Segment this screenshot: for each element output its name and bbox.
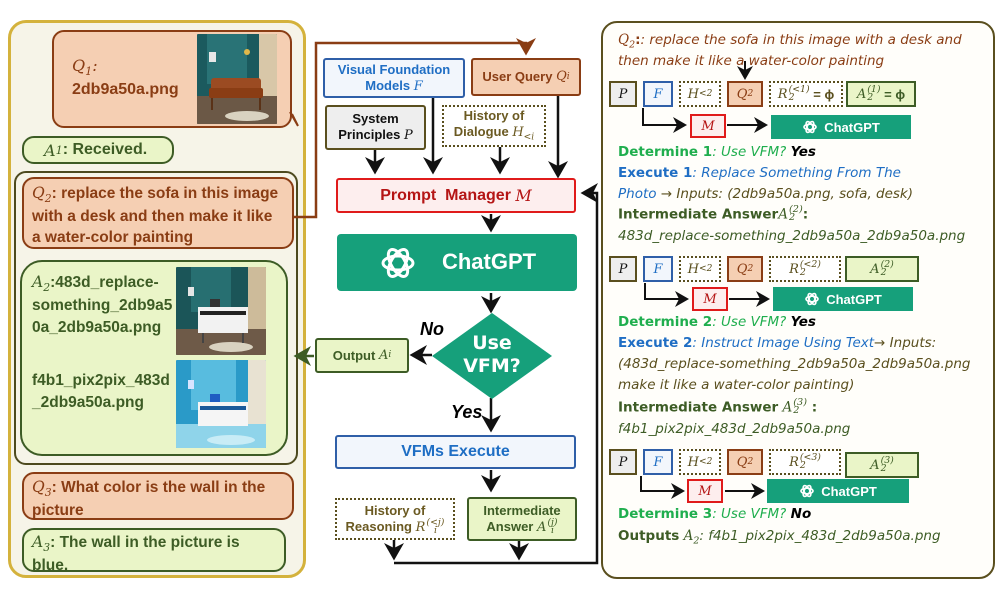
intermediate-answer-line2: Answer <box>486 518 534 534</box>
mini-chatgpt-3: ChatGPT <box>767 479 909 503</box>
principles-line2: Principles <box>338 127 401 142</box>
visual-foundation-models-box: Visual Foundation Models F <box>323 58 465 98</box>
history-reasoning-line1: History of <box>364 502 426 518</box>
decision-line1: Use <box>472 332 512 355</box>
user-query-sub: i <box>566 71 570 82</box>
history-reasoning-line2: Reasoning <box>345 518 412 534</box>
history-reasoning-sub: i <box>433 525 437 537</box>
prompt-manager-label: Prompt Manager <box>380 186 511 204</box>
user-query-box: User Query Qi <box>471 58 581 96</box>
final-outputs: Outputs A2: f4b1_pix2pix_483d_2db9a50a.p… <box>618 528 941 547</box>
history-dialogue-line1: History of <box>463 108 525 124</box>
openai-logo-icon <box>381 247 415 278</box>
openai-logo-icon <box>800 484 814 498</box>
prompt-manager-box: Prompt Manager M <box>336 178 576 213</box>
principles-line1: System <box>352 111 399 127</box>
system-principles-box: System Principles P <box>325 105 426 150</box>
output-label: Output <box>332 347 376 363</box>
intermediate-answer-sub: i <box>550 525 554 537</box>
output-sub: i <box>388 350 392 361</box>
reasoning-example-panel: Q2:: replace the sofa in this image with… <box>601 21 995 579</box>
output-box: Output Ai <box>315 338 409 373</box>
vfms-execute-box: VFMs Execute <box>335 435 576 469</box>
no-label: No <box>420 319 444 339</box>
history-dialogue-sub: <i <box>523 132 535 143</box>
vfm-line2: Models <box>365 77 411 93</box>
row3-connectors <box>640 476 765 499</box>
user-query-symbol: Q <box>556 69 567 85</box>
use-vfm-decision: Use VFM? <box>432 313 552 399</box>
prompt-manager-symbol: M <box>515 185 532 205</box>
intermediate-answer-symbol: A <box>537 519 547 535</box>
intermediate-answer-box: Intermediate Answer A (j) i <box>467 497 577 541</box>
history-dialogue-box: History of Dialogue H<i <box>442 105 546 147</box>
output-symbol: A <box>378 347 389 363</box>
vfm-symbol: F <box>413 78 423 94</box>
decision-line2: VFM? <box>463 355 521 377</box>
history-dialogue-line2: Dialogue <box>453 124 509 140</box>
history-reasoning-box: History of Reasoning R (<j) i <box>335 498 455 540</box>
yes-label: Yes <box>451 402 483 422</box>
chatgpt-box: ChatGPT <box>337 234 577 291</box>
token-prompt-manager: M <box>687 479 723 503</box>
vfms-execute-label: VFMs Execute <box>401 443 510 461</box>
principles-symbol: P <box>404 128 413 143</box>
user-query-label: User Query <box>482 69 553 85</box>
determine-3: Determine 3: Use VFM? No <box>618 506 812 522</box>
history-reasoning-symbol: R <box>415 519 426 535</box>
history-dialogue-symbol: H <box>512 125 524 141</box>
chatgpt-label: ChatGPT <box>441 249 537 275</box>
vfm-line1: Visual Foundation <box>337 61 451 77</box>
